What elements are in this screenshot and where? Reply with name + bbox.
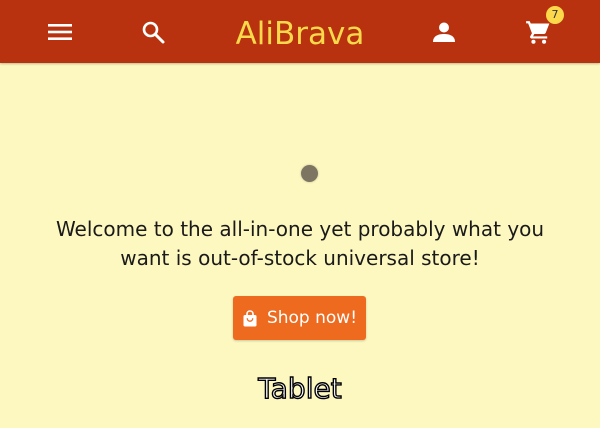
brand-logo[interactable]: AliBrava — [0, 12, 600, 56]
shop-now-label: Shop now! — [266, 308, 358, 328]
cart-button[interactable]: 7 — [518, 6, 564, 52]
device-caption: Tablet — [258, 371, 343, 405]
shop-now-button[interactable]: Shop now! — [233, 296, 366, 340]
cart-icon — [526, 21, 550, 44]
account-button[interactable] — [424, 12, 464, 52]
loading-indicator — [301, 165, 318, 182]
account-icon — [433, 22, 455, 42]
app-header: AliBrava 7 — [0, 0, 600, 63]
shopping-bag-icon — [243, 309, 257, 326]
welcome-message: Welcome to the all-in-one yet probably w… — [55, 217, 545, 270]
cart-count-badge: 7 — [546, 6, 564, 24]
